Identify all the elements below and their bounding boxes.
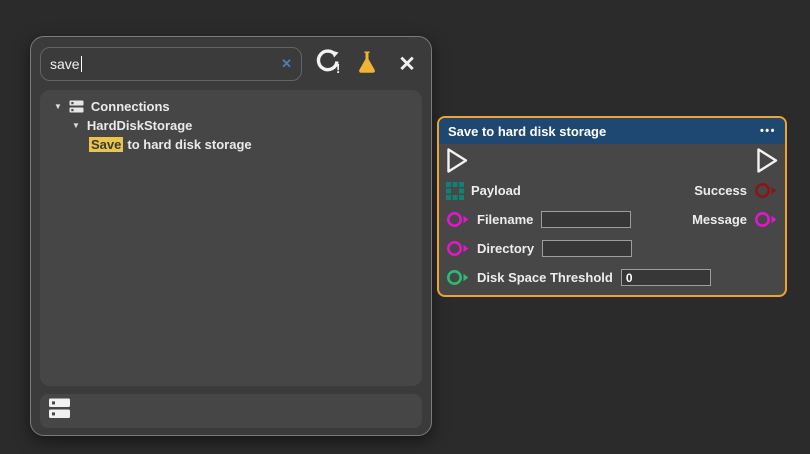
port-label-message: Message bbox=[692, 212, 747, 227]
server-icon bbox=[48, 397, 73, 425]
tree-item-label: HardDiskStorage bbox=[87, 118, 192, 133]
svg-text:!: ! bbox=[336, 61, 340, 75]
search-input[interactable]: save ✕ bbox=[40, 47, 302, 81]
refresh-alert-icon: ! bbox=[314, 48, 341, 80]
refresh-alert-button[interactable]: ! bbox=[312, 48, 342, 80]
flask-icon bbox=[355, 49, 379, 80]
tree-item-label: to hard disk storage bbox=[127, 137, 251, 152]
tree-item-harddiskstorage[interactable]: ▼ HardDiskStorage bbox=[40, 116, 422, 135]
node-search-panel: save ✕ ! ✕ ▼ bbox=[30, 36, 432, 436]
exec-pin-row bbox=[444, 145, 780, 176]
close-icon: ✕ bbox=[398, 54, 416, 75]
caret-down-icon[interactable]: ▼ bbox=[54, 102, 62, 111]
close-panel-button[interactable]: ✕ bbox=[392, 48, 422, 80]
search-results-tree: ▼ Connections ▼ HardDiskStorage Save to … bbox=[40, 90, 422, 386]
port-row-payload-success: Payload Success bbox=[444, 176, 780, 205]
filter-button[interactable] bbox=[352, 48, 382, 80]
port-row-filename-message: Filename Message bbox=[444, 205, 780, 234]
filename-input-pin[interactable] bbox=[446, 210, 470, 229]
disk-space-threshold-field[interactable] bbox=[621, 269, 711, 286]
node-menu-icon[interactable]: ••• bbox=[760, 125, 776, 137]
success-output-pin[interactable] bbox=[754, 181, 778, 200]
port-label-disk-space-threshold: Disk Space Threshold bbox=[477, 270, 613, 285]
filename-field[interactable] bbox=[541, 211, 631, 228]
search-toolbar: save ✕ ! ✕ bbox=[40, 46, 422, 82]
search-match-highlight: Save bbox=[89, 137, 123, 152]
clear-search-icon[interactable]: ✕ bbox=[281, 56, 292, 72]
port-label-success: Success bbox=[694, 183, 747, 198]
node-title-bar[interactable]: Save to hard disk storage ••• bbox=[439, 118, 785, 144]
node-save-to-hard-disk-storage[interactable]: Save to hard disk storage ••• bbox=[437, 116, 787, 297]
exec-output-pin[interactable] bbox=[756, 147, 778, 174]
tree-item-save-to-hard-disk-storage[interactable]: Save to hard disk storage bbox=[40, 135, 422, 154]
payload-input-pin[interactable] bbox=[446, 182, 464, 200]
message-output-pin[interactable] bbox=[754, 210, 778, 229]
disk-space-threshold-input-pin[interactable] bbox=[446, 268, 470, 287]
port-label-filename: Filename bbox=[477, 212, 533, 227]
connections-server-icon bbox=[69, 100, 84, 113]
port-row-disk-space-threshold: Disk Space Threshold bbox=[444, 263, 780, 292]
port-row-directory: Directory bbox=[444, 234, 780, 263]
port-label-directory: Directory bbox=[477, 241, 534, 256]
node-body: Payload Success Filename bbox=[439, 144, 785, 292]
search-input-value: save bbox=[50, 56, 80, 72]
collapsed-category-bar[interactable] bbox=[40, 394, 422, 428]
caret-down-icon[interactable]: ▼ bbox=[72, 121, 80, 130]
text-cursor bbox=[81, 56, 83, 72]
tree-item-label: Connections bbox=[91, 99, 170, 114]
directory-field[interactable] bbox=[542, 240, 632, 257]
port-label-payload: Payload bbox=[471, 183, 521, 198]
exec-input-pin[interactable] bbox=[446, 147, 468, 174]
node-title: Save to hard disk storage bbox=[448, 124, 606, 139]
directory-input-pin[interactable] bbox=[446, 239, 470, 258]
tree-item-connections[interactable]: ▼ Connections bbox=[40, 97, 422, 116]
